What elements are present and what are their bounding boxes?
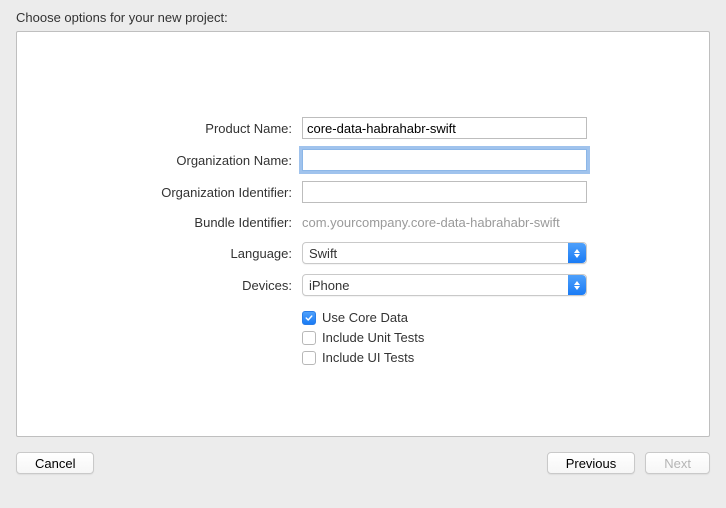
checkmark-icon xyxy=(305,314,313,322)
dialog-title: Choose options for your new project: xyxy=(0,0,726,31)
organization-identifier-input[interactable] xyxy=(302,181,587,203)
devices-select[interactable]: iPhone xyxy=(302,274,587,296)
include-ui-tests-checkbox[interactable] xyxy=(302,351,316,365)
product-name-label: Product Name: xyxy=(17,121,302,136)
devices-select-value: iPhone xyxy=(309,278,349,293)
options-panel: Product Name: Organization Name: Organiz… xyxy=(16,31,710,437)
include-ui-tests-label: Include UI Tests xyxy=(322,350,414,365)
bundle-identifier-label: Bundle Identifier: xyxy=(17,215,302,230)
organization-name-input[interactable] xyxy=(302,149,587,171)
language-select-value: Swift xyxy=(309,246,337,261)
language-select[interactable]: Swift xyxy=(302,242,587,264)
devices-label: Devices: xyxy=(17,278,302,293)
dialog-footer: Cancel Previous Next xyxy=(0,437,726,489)
next-button[interactable]: Next xyxy=(645,452,710,474)
product-name-input[interactable] xyxy=(302,117,587,139)
chevron-up-down-icon xyxy=(568,275,586,295)
use-core-data-label: Use Core Data xyxy=(322,310,408,325)
organization-name-label: Organization Name: xyxy=(17,153,302,168)
bundle-identifier-value: com.yourcompany.core-data-habrahabr-swif… xyxy=(302,213,587,232)
organization-identifier-label: Organization Identifier: xyxy=(17,185,302,200)
chevron-up-down-icon xyxy=(568,243,586,263)
language-label: Language: xyxy=(17,246,302,261)
include-unit-tests-checkbox[interactable] xyxy=(302,331,316,345)
use-core-data-checkbox[interactable] xyxy=(302,311,316,325)
cancel-button[interactable]: Cancel xyxy=(16,452,94,474)
include-unit-tests-label: Include Unit Tests xyxy=(322,330,424,345)
previous-button[interactable]: Previous xyxy=(547,452,636,474)
